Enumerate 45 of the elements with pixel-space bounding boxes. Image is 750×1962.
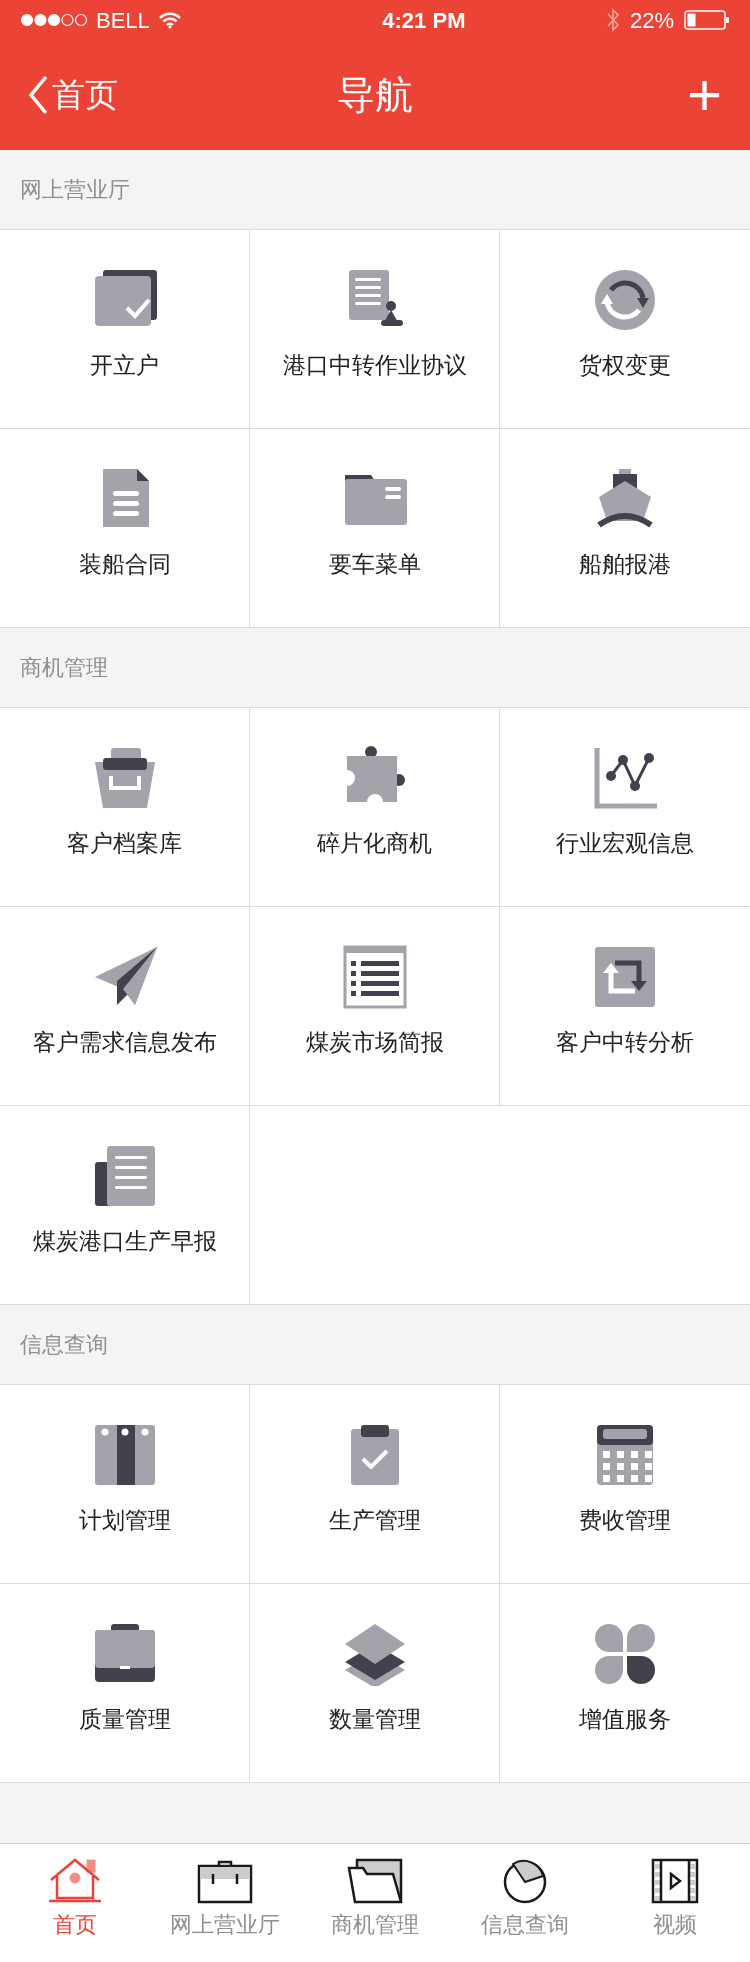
refresh-circle-icon — [593, 268, 657, 332]
line-chart-icon — [593, 746, 657, 810]
menu-tile[interactable]: 煤炭港口生产早报 — [0, 1106, 250, 1305]
page-title: 导航 — [337, 72, 413, 118]
menu-tile[interactable]: 数量管理 — [250, 1584, 500, 1783]
menu-tile[interactable]: 增值服务 — [500, 1584, 750, 1783]
repost-icon — [593, 945, 657, 1009]
menu-tile[interactable]: 货权变更 — [500, 230, 750, 429]
menu-tile[interactable]: 计划管理 — [0, 1385, 250, 1584]
menu-tile[interactable]: 港口中转作业协议 — [250, 230, 500, 429]
menu-tile[interactable]: 开立户 — [0, 230, 250, 429]
menu-tile[interactable]: 质量管理 — [0, 1584, 250, 1783]
back-chevron-icon — [28, 75, 48, 115]
status-time: 4:21 PM — [382, 6, 466, 35]
menu-tile[interactable]: 船舶报港 — [500, 429, 750, 628]
tab-item[interactable]: 首页 — [0, 1844, 150, 1962]
menu-tile[interactable]: 碎片化商机 — [250, 708, 500, 907]
briefcase-icon — [197, 1858, 253, 1904]
menu-tile[interactable]: 生产管理 — [250, 1385, 500, 1584]
petals-icon — [593, 1622, 657, 1686]
battery-icon — [684, 10, 730, 30]
battery-percent: 22% — [629, 6, 674, 35]
section-title: 商机管理 — [20, 654, 108, 682]
menu-tile[interactable]: 客户档案库 — [0, 708, 250, 907]
bluetooth-icon — [605, 8, 620, 32]
menu-tile[interactable]: 费收管理 — [500, 1385, 750, 1584]
newspaper-icon — [92, 1144, 157, 1208]
signal-icon — [20, 13, 88, 27]
menu-tile[interactable]: 要车菜单 — [250, 429, 500, 628]
menu-tile[interactable]: 煤炭市场简报 — [250, 907, 500, 1106]
menu-tile[interactable]: 装船合同 — [0, 429, 250, 628]
section-title: 信息查询 — [20, 1331, 108, 1359]
archive-box-icon — [92, 746, 157, 810]
binders-icon — [92, 1423, 157, 1487]
carrier-name: BELL — [96, 6, 150, 35]
menu-tile[interactable]: 客户中转分析 — [500, 907, 750, 1106]
add-button[interactable]: + — [686, 65, 722, 125]
house-icon — [47, 1858, 103, 1904]
folder-icon — [347, 1858, 403, 1904]
section-title: 网上营业厅 — [20, 176, 130, 204]
wifi-icon — [157, 11, 182, 29]
list-icon — [342, 945, 407, 1009]
back-button[interactable]: 首页 — [28, 70, 118, 120]
menu-tile[interactable]: 客户需求信息发布 — [0, 907, 250, 1106]
menu-tile[interactable]: 行业宏观信息 — [500, 708, 750, 907]
